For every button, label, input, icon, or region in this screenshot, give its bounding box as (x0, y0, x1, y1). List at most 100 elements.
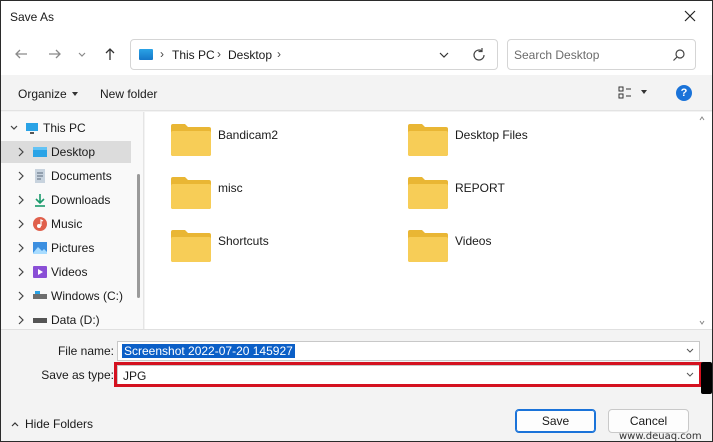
folder-name: Videos (455, 234, 492, 248)
new-folder-button[interactable]: New folder (100, 87, 157, 101)
hide-folders-toggle[interactable]: Hide Folders (11, 417, 93, 431)
chevron-right-icon[interactable] (17, 267, 25, 277)
file-name-value[interactable]: Screenshot 2022-07-20 145927 (122, 344, 295, 358)
nav-label: Data (D:) (51, 313, 100, 327)
chevron-right-icon[interactable] (17, 291, 25, 301)
folder-item[interactable]: Videos (408, 228, 608, 268)
nav-item-data-d[interactable]: Data (D:) (1, 309, 131, 329)
chevron-up-icon (11, 422, 19, 427)
nav-label: Music (51, 217, 83, 231)
music-icon (33, 217, 47, 231)
cancel-button[interactable]: Cancel (608, 409, 689, 433)
nav-item-desktop[interactable]: Desktop (1, 141, 131, 163)
documents-icon (35, 169, 45, 183)
chevron-down-icon[interactable] (9, 123, 19, 133)
folder-name: misc (218, 181, 243, 195)
organize-label: Organize (18, 87, 67, 101)
chevron-right-icon[interactable] (17, 243, 25, 253)
nav-label: Desktop (51, 145, 96, 159)
navigation-pane: This PC Desktop Documents Downloads Musi… (1, 112, 144, 329)
nav-label: Pictures (51, 241, 95, 255)
chevron-down-icon[interactable] (438, 49, 450, 61)
search-icon[interactable] (672, 48, 686, 62)
organize-menu[interactable]: Organize (18, 87, 78, 101)
folder-item[interactable]: REPORT (408, 175, 608, 215)
chevron-right-icon[interactable] (17, 171, 25, 181)
folder-icon (408, 124, 448, 156)
annotation-highlight-box (114, 362, 702, 387)
breadcrumb-chevron-icon[interactable]: › (217, 47, 221, 61)
content-scrollbar[interactable] (699, 116, 705, 325)
folder-item[interactable]: Shortcuts (171, 228, 371, 268)
folder-icon (171, 177, 211, 209)
folder-name: REPORT (455, 181, 505, 195)
address-bar[interactable]: › This PC › Desktop › (130, 39, 498, 70)
caret-down-icon (71, 92, 78, 96)
nav-item-this-pc[interactable]: This PC (1, 117, 131, 139)
folder-item[interactable]: Bandicam2 (171, 122, 371, 162)
view-options-icon[interactable] (618, 86, 632, 100)
folder-icon (408, 230, 448, 262)
title-bar: Save As (1, 1, 712, 33)
this-pc-icon (26, 123, 38, 134)
window-title: Save As (10, 10, 55, 24)
help-icon[interactable]: ? (676, 85, 692, 101)
drive-icon (33, 291, 47, 299)
chevron-right-icon[interactable] (17, 195, 25, 205)
nav-item-videos[interactable]: Videos (1, 261, 131, 283)
folder-item[interactable]: Desktop Files (408, 122, 608, 162)
nav-item-windows-c[interactable]: Windows (C:) (1, 285, 131, 307)
recent-locations-icon[interactable] (76, 46, 88, 62)
close-icon[interactable] (682, 8, 698, 24)
chevron-right-icon[interactable] (17, 219, 25, 229)
up-arrow-icon[interactable] (102, 46, 118, 62)
nav-label: Videos (51, 265, 88, 279)
folder-icon (171, 230, 211, 262)
breadcrumb-this-pc[interactable]: This PC (172, 48, 215, 62)
breadcrumb-chevron-icon[interactable]: › (277, 47, 281, 61)
hide-folders-label: Hide Folders (25, 417, 94, 431)
search-box[interactable] (507, 39, 696, 70)
folder-icon (408, 177, 448, 209)
view-caret-icon[interactable] (641, 90, 647, 94)
command-bar: Organize New folder ? (1, 75, 712, 111)
save-form: File name: Screenshot 2022-07-20 145927 … (1, 329, 712, 442)
nav-item-downloads[interactable]: Downloads (1, 189, 131, 211)
desktop-icon (33, 147, 47, 157)
file-name-label: File name: (57, 344, 114, 358)
nav-label: Documents (51, 169, 112, 183)
file-name-field[interactable]: Screenshot 2022-07-20 145927 (117, 341, 700, 361)
refresh-icon[interactable] (471, 47, 487, 63)
save-as-type-label: Save as type: (41, 368, 114, 382)
nav-label: This PC (43, 121, 86, 135)
chevron-down-icon[interactable] (686, 348, 694, 354)
forward-arrow-icon[interactable] (47, 46, 63, 62)
breadcrumb-chevron-icon[interactable]: › (160, 47, 164, 61)
folder-name: Shortcuts (218, 234, 269, 248)
nav-item-documents[interactable]: Documents (1, 165, 131, 187)
downloads-icon (35, 194, 45, 207)
save-button[interactable]: Save (515, 409, 596, 433)
folder-name: Desktop Files (455, 128, 528, 142)
folder-item[interactable]: misc (171, 175, 371, 215)
watermark-text: www.deuaq.com (619, 431, 702, 442)
this-pc-icon (139, 49, 153, 60)
chevron-right-icon[interactable] (17, 147, 25, 157)
nav-scrollbar[interactable] (137, 174, 140, 298)
address-row: › This PC › Desktop › (1, 33, 712, 75)
search-input[interactable] (514, 46, 664, 64)
videos-icon (33, 266, 47, 278)
back-arrow-icon[interactable] (13, 46, 29, 62)
save-as-dialog: Save As › This PC › Desktop › Search Des… (0, 0, 713, 442)
chevron-right-icon[interactable] (17, 315, 25, 325)
nav-item-pictures[interactable]: Pictures (1, 237, 131, 259)
edge-marker (701, 362, 712, 394)
breadcrumb-desktop[interactable]: Desktop (228, 48, 272, 62)
file-list: Bandicam2 Desktop Files misc REPORT Shor… (145, 112, 712, 329)
pictures-icon (33, 242, 47, 254)
nav-item-music[interactable]: Music (1, 213, 131, 235)
drive-icon (33, 318, 47, 323)
nav-label: Downloads (51, 193, 111, 207)
folder-name: Bandicam2 (218, 128, 279, 142)
nav-label: Windows (C:) (51, 289, 124, 303)
